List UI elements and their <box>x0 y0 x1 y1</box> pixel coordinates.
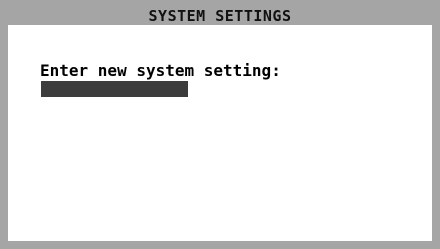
system-setting-input[interactable] <box>41 81 188 97</box>
setting-prompt-label: Enter new system setting: <box>40 61 281 80</box>
window-title: SYSTEM SETTINGS <box>148 7 292 25</box>
settings-window: SYSTEM SETTINGS Enter new system setting… <box>0 0 440 249</box>
settings-panel: Enter new system setting: <box>8 25 432 241</box>
